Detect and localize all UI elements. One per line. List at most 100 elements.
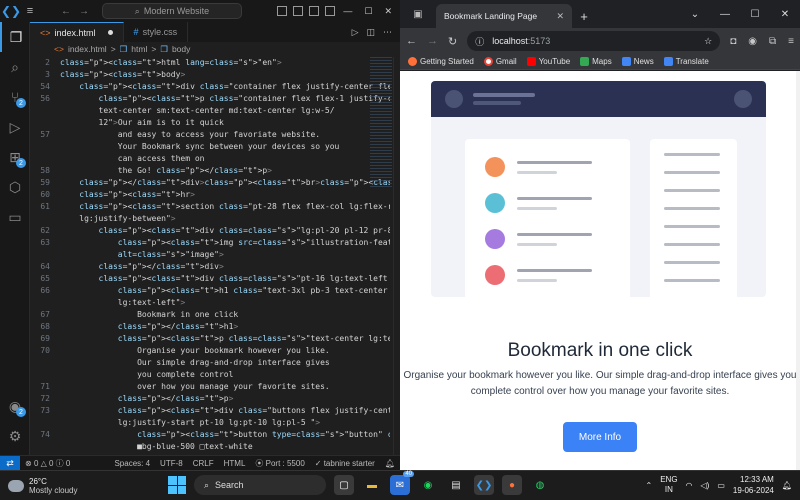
code-line[interactable]: lg:justify-between"> — [30, 213, 390, 225]
remote-indicator-icon[interactable]: ⇄ — [0, 455, 20, 471]
maximize-icon[interactable]: ☐ — [364, 6, 372, 17]
battery-icon[interactable]: ▭ — [717, 481, 725, 490]
code-line[interactable]: 64 class="p"></class="t">div> — [30, 261, 390, 273]
tab-overview-icon[interactable]: ▣ — [400, 0, 436, 28]
code-line[interactable]: 63 class="p"><class="t">img src=class="s… — [30, 237, 390, 249]
spotify-icon[interactable]: ◉ — [418, 475, 438, 495]
account-icon[interactable]: ◉ 2 — [0, 391, 30, 421]
clock[interactable]: 12:33 AM 19-06-2024 — [733, 474, 774, 496]
run-icon[interactable]: ▷ — [352, 27, 359, 38]
bookmark-star-icon[interactable]: ☆ — [704, 36, 712, 47]
remote-explorer-icon[interactable]: ⬡ — [0, 172, 30, 202]
firefox-taskbar-icon[interactable]: ● — [502, 475, 522, 495]
notifications-bell-icon[interactable]: 🔔︎ — [380, 459, 400, 468]
site-info-icon[interactable]: ⓘ — [475, 35, 484, 48]
code-line[interactable]: 67 Bookmark in one click — [30, 309, 390, 321]
toggle-secondary-sidebar-icon[interactable] — [309, 6, 320, 16]
code-line[interactable]: 57 and easy to access your favoriate web… — [30, 129, 390, 141]
code-line[interactable]: 66 class="p"><class="t">h1 class="text-3… — [30, 285, 390, 297]
address-bar[interactable]: ⓘ localhost:5173 ☆ — [467, 31, 721, 51]
extensions-icon[interactable]: ⊞ 2 — [0, 142, 30, 172]
code-line[interactable]: 71 over how you manage your favorite sit… — [30, 381, 390, 393]
forward-arrow-icon[interactable]: → — [427, 35, 438, 47]
chat-icon[interactable]: ▭ — [0, 202, 30, 232]
source-control-icon[interactable]: ⑂ 2 — [0, 82, 30, 112]
tabnine-status[interactable]: ✓ tabnine starter — [310, 459, 380, 468]
forward-arrow-icon[interactable]: → — [76, 6, 92, 17]
code-line[interactable]: 70 Organise your bookmark however you li… — [30, 345, 390, 357]
menu-icon[interactable]: ≡ — [788, 36, 794, 47]
taskbar-search[interactable]: ⌕ Search — [194, 475, 326, 495]
bookmark-translate[interactable]: Translate — [663, 57, 709, 66]
code-line[interactable]: Our simple drag-and-drop interface gives — [30, 357, 390, 369]
toggle-sidebar-icon[interactable] — [277, 6, 288, 16]
search-view-icon[interactable]: ⌕ — [0, 52, 30, 82]
new-tab-button[interactable]: + — [572, 4, 596, 28]
editor-scrollbar[interactable] — [393, 57, 399, 455]
browser-tab-active[interactable]: Bookmark Landing Page ✕ — [436, 4, 572, 28]
mail-icon[interactable]: ✉ 40 — [390, 471, 414, 495]
tab-index-html[interactable]: <> index.html — [30, 22, 124, 42]
code-line[interactable]: lg:text-left"> — [30, 297, 390, 309]
code-line[interactable]: 59 class="p"></class="t">div>class="p"><… — [30, 177, 390, 189]
show-hidden-icons-chevron-icon[interactable]: ⌃ — [646, 481, 653, 490]
minimize-icon[interactable]: — — [343, 6, 352, 17]
hamburger-menu-icon[interactable]: ≡ — [22, 5, 38, 17]
bookmark-getting-started[interactable]: Getting Started — [408, 57, 474, 66]
code-line[interactable]: ■bg-blue-500 □text-white — [30, 441, 390, 453]
input-language[interactable]: ENG IN — [660, 475, 677, 495]
language-status[interactable]: HTML — [219, 459, 251, 468]
code-line[interactable]: alt=class="s">"image"> — [30, 249, 390, 261]
bookmark-youtube[interactable]: YouTube — [526, 57, 570, 66]
vscode-taskbar-icon[interactable]: ❮❯ — [474, 475, 494, 495]
code-line[interactable]: 54 class="p"><class="t">div class="conta… — [30, 81, 390, 93]
account-icon[interactable]: ◉ — [748, 36, 757, 47]
bookmark-news[interactable]: News — [621, 57, 654, 66]
code-line[interactable]: 69 class="p"><class="t">p class=class="s… — [30, 333, 390, 345]
close-icon[interactable]: ✕ — [384, 6, 392, 17]
file-explorer-icon[interactable]: ▬ — [362, 475, 382, 495]
command-center-search[interactable]: ⌕ Modern Website — [102, 3, 242, 19]
whatsapp-icon[interactable]: ◍ — [530, 475, 550, 495]
code-line[interactable]: 58 the Go! class="p"></class="t">p> — [30, 165, 390, 177]
code-line[interactable]: 65 class="p"><class="t">div class=class=… — [30, 273, 390, 285]
notifications-bell-icon[interactable]: 🔔︎ — [782, 481, 792, 490]
toggle-panel-icon[interactable] — [293, 6, 304, 16]
code-line[interactable]: you complete control — [30, 369, 390, 381]
bookmark-gmail[interactable]: Gmail — [483, 57, 517, 66]
minimize-icon[interactable]: — — [710, 9, 740, 20]
reload-icon[interactable]: ↻ — [448, 35, 457, 48]
breadcrumb-html[interactable]: html — [131, 44, 147, 54]
code-line[interactable]: 61 class="p"><class="t">section class="p… — [30, 201, 390, 213]
problems-status[interactable]: ⊗ 0 △ 0 ⓘ 0 — [20, 458, 75, 469]
code-line[interactable]: 74 class="p"><class="t">button type=clas… — [30, 429, 390, 441]
code-line[interactable]: lg:justify-start pt-10 lg:pt-10 lg:pl-5 … — [30, 417, 390, 429]
code-line[interactable]: 72 class="p"></class="t">p> — [30, 393, 390, 405]
wifi-icon[interactable]: ◠ — [686, 481, 693, 490]
code-line[interactable]: 60 class="p"><class="t">hr> — [30, 189, 390, 201]
page-scrollbar[interactable] — [796, 71, 800, 470]
code-line[interactable]: 62 class="p"><class="t">div class=class=… — [30, 225, 390, 237]
live-server-port[interactable]: ⦿ Port : 5500 — [250, 458, 309, 469]
start-button[interactable] — [168, 476, 186, 494]
breadcrumb-body[interactable]: body — [172, 44, 190, 54]
bookmark-maps[interactable]: Maps — [580, 57, 612, 66]
eol-status[interactable]: CRLF — [188, 459, 219, 468]
volume-icon[interactable]: ◁) — [701, 481, 710, 490]
code-line[interactable]: 56 class="p"><class="t">p class="contain… — [30, 93, 390, 105]
code-editor[interactable]: 2 class="p"><class="t">html lang=class="s… — [30, 57, 390, 455]
run-debug-icon[interactable]: ▷ — [0, 112, 30, 142]
split-editor-icon[interactable]: ◫ — [366, 27, 375, 38]
back-arrow-icon[interactable]: ← — [58, 6, 74, 17]
tab-style-css[interactable]: # style.css — [124, 22, 189, 42]
pocket-icon[interactable]: ◘ — [730, 36, 736, 47]
indentation-status[interactable]: Spaces: 4 — [109, 459, 155, 468]
weather-widget[interactable]: 26°C Mostly cloudy — [0, 477, 150, 495]
code-line[interactable]: 2 class="p"><class="t">html lang=class="s… — [30, 57, 390, 69]
maximize-icon[interactable]: ☐ — [740, 9, 770, 20]
encoding-status[interactable]: UTF-8 — [155, 459, 188, 468]
code-line[interactable]: Your Bookmark sync between your devices … — [30, 141, 390, 153]
minimap[interactable] — [370, 57, 392, 187]
code-line[interactable]: 68 class="p"></class="t">h1> — [30, 321, 390, 333]
extensions-icon[interactable]: ⧉ — [769, 36, 776, 47]
